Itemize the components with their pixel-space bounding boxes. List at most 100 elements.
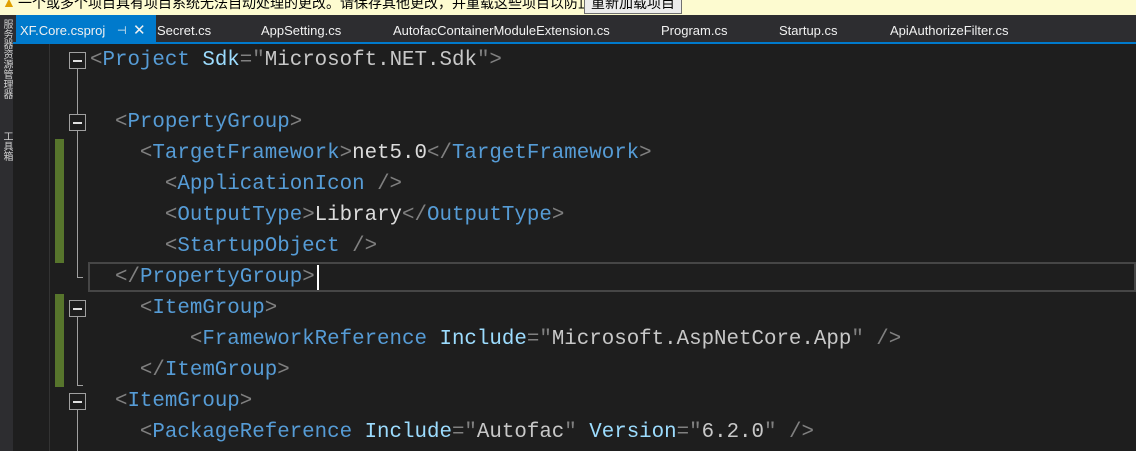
code-token: </ [426, 142, 452, 165]
code-token: FrameworkReference [202, 328, 427, 351]
collapse-icon[interactable] [69, 52, 86, 69]
code-line[interactable]: </ItemGroup> [90, 355, 901, 386]
tab-program-cs[interactable]: Program.cs [661, 15, 727, 42]
code-token: /> [352, 235, 378, 258]
code-token: Autofac [476, 421, 565, 444]
code-line[interactable]: <PackageReference Include="Autofac" Vers… [90, 417, 901, 448]
code-token: > [302, 204, 315, 227]
outline-guide [77, 277, 83, 278]
outline-guide [77, 385, 83, 386]
code-token: TargetFramework [152, 142, 340, 165]
code-line[interactable]: <PropertyGroup> [90, 107, 901, 138]
code-line[interactable] [90, 76, 901, 107]
tab-secret-cs[interactable]: Secret.cs [157, 15, 211, 42]
code-token: > [239, 390, 253, 413]
collapse-icon[interactable] [69, 114, 86, 131]
reload-projects-button[interactable]: 重新加载项目 [584, 0, 682, 14]
code-line[interactable]: <ApplicationIcon /> [90, 169, 901, 200]
code-token: < [139, 142, 153, 165]
code-token: Version [589, 421, 677, 444]
code-token: < [114, 111, 128, 134]
code-token: OutputType [177, 204, 303, 227]
pin-icon[interactable]: ⊣ [117, 15, 127, 47]
code-token: > [551, 204, 565, 227]
tab-autofac-extension-cs[interactable]: AutofacContainerModuleExtension.cs [393, 15, 610, 42]
code-line[interactable]: <StartupObject /> [90, 231, 901, 262]
tab-appsetting-cs[interactable]: AppSetting.cs [261, 15, 341, 42]
code-token: " /> [764, 421, 814, 444]
code-token: < [114, 390, 128, 413]
code-line[interactable]: </PropertyGroup> [90, 262, 901, 293]
code-token: Microsoft.NET.Sdk [264, 49, 477, 72]
code-token: Include [364, 421, 452, 444]
outline-guide [77, 69, 78, 277]
code-token: " [564, 421, 590, 444]
code-token: > [639, 142, 652, 165]
code-token: 6.2.0 [701, 421, 765, 444]
code-token: > [302, 266, 315, 289]
code-line[interactable]: <ItemGroup> [90, 386, 901, 417]
server-explorer-tab[interactable]: 服务器资源管理器 [0, 19, 13, 99]
tab-startup-cs[interactable]: Startup.cs [779, 15, 838, 42]
code-token: =" [451, 421, 477, 444]
code-line[interactable]: <ItemGroup> [90, 293, 901, 324]
code-token: ApplicationIcon [177, 173, 365, 196]
document-tabs: XF.Core.csproj ⊣ ✕ Secret.cs AppSetting.… [13, 15, 1136, 44]
outline-guide [77, 410, 78, 451]
code-token: PropertyGroup [139, 266, 303, 289]
collapse-icon[interactable] [69, 393, 86, 410]
code-token: Project [102, 49, 190, 72]
code-token: </ [402, 204, 428, 227]
info-bar: ▲ 一个或多个项目具有项目系统无法自动处理的更改。请保存其他更改，并重载这些项目… [0, 0, 1136, 15]
code-token: Sdk [202, 49, 240, 72]
code-token: </ [139, 359, 165, 382]
code-token: < [139, 297, 153, 320]
code-token: < [164, 235, 178, 258]
toolbox-tab[interactable]: 工具箱 [0, 131, 13, 161]
tab-apiauthorizefilter-cs[interactable]: ApiAuthorizeFilter.cs [890, 15, 1009, 42]
code-token: Include [439, 328, 527, 351]
code-token: TargetFramework [451, 142, 640, 165]
code-token: < [189, 328, 203, 351]
code-token: > [289, 111, 303, 134]
code-token: =" [239, 49, 265, 72]
code-line[interactable]: <OutputType>Library</OutputType> [90, 200, 901, 231]
code-token: PropertyGroup [127, 111, 290, 134]
code-token: OutputType [427, 204, 552, 227]
code-token: =" [526, 328, 552, 351]
code-token: > [339, 142, 353, 165]
code-line[interactable]: <FrameworkReference Include="Microsoft.A… [90, 324, 901, 355]
code-token: < [164, 204, 178, 227]
code-token: < [164, 173, 178, 196]
side-panel-rail: 服务器资源管理器 工具箱 [0, 15, 13, 451]
code-token: net5.0 [352, 142, 427, 165]
code-token: ItemGroup [127, 390, 240, 413]
code-editor[interactable]: <Project Sdk="Microsoft.NET.Sdk"> <Prope… [90, 45, 901, 448]
code-token: < [139, 421, 153, 444]
warning-icon: ▲ [2, 0, 16, 10]
tab-xf-core-csproj[interactable]: XF.Core.csproj ⊣ ✕ [16, 15, 156, 42]
code-line[interactable]: <TargetFramework>net5.0</TargetFramework… [90, 138, 901, 169]
code-token: > [277, 359, 290, 382]
code-token: PackageReference [152, 421, 353, 444]
close-icon[interactable]: ✕ [133, 15, 146, 47]
outline-guide [77, 317, 78, 385]
collapse-icon[interactable] [69, 300, 86, 317]
code-token: ItemGroup [164, 359, 278, 382]
change-marker [55, 139, 64, 263]
code-line[interactable]: <Project Sdk="Microsoft.NET.Sdk"> [90, 45, 901, 76]
tab-label: XF.Core.csproj [20, 23, 106, 38]
